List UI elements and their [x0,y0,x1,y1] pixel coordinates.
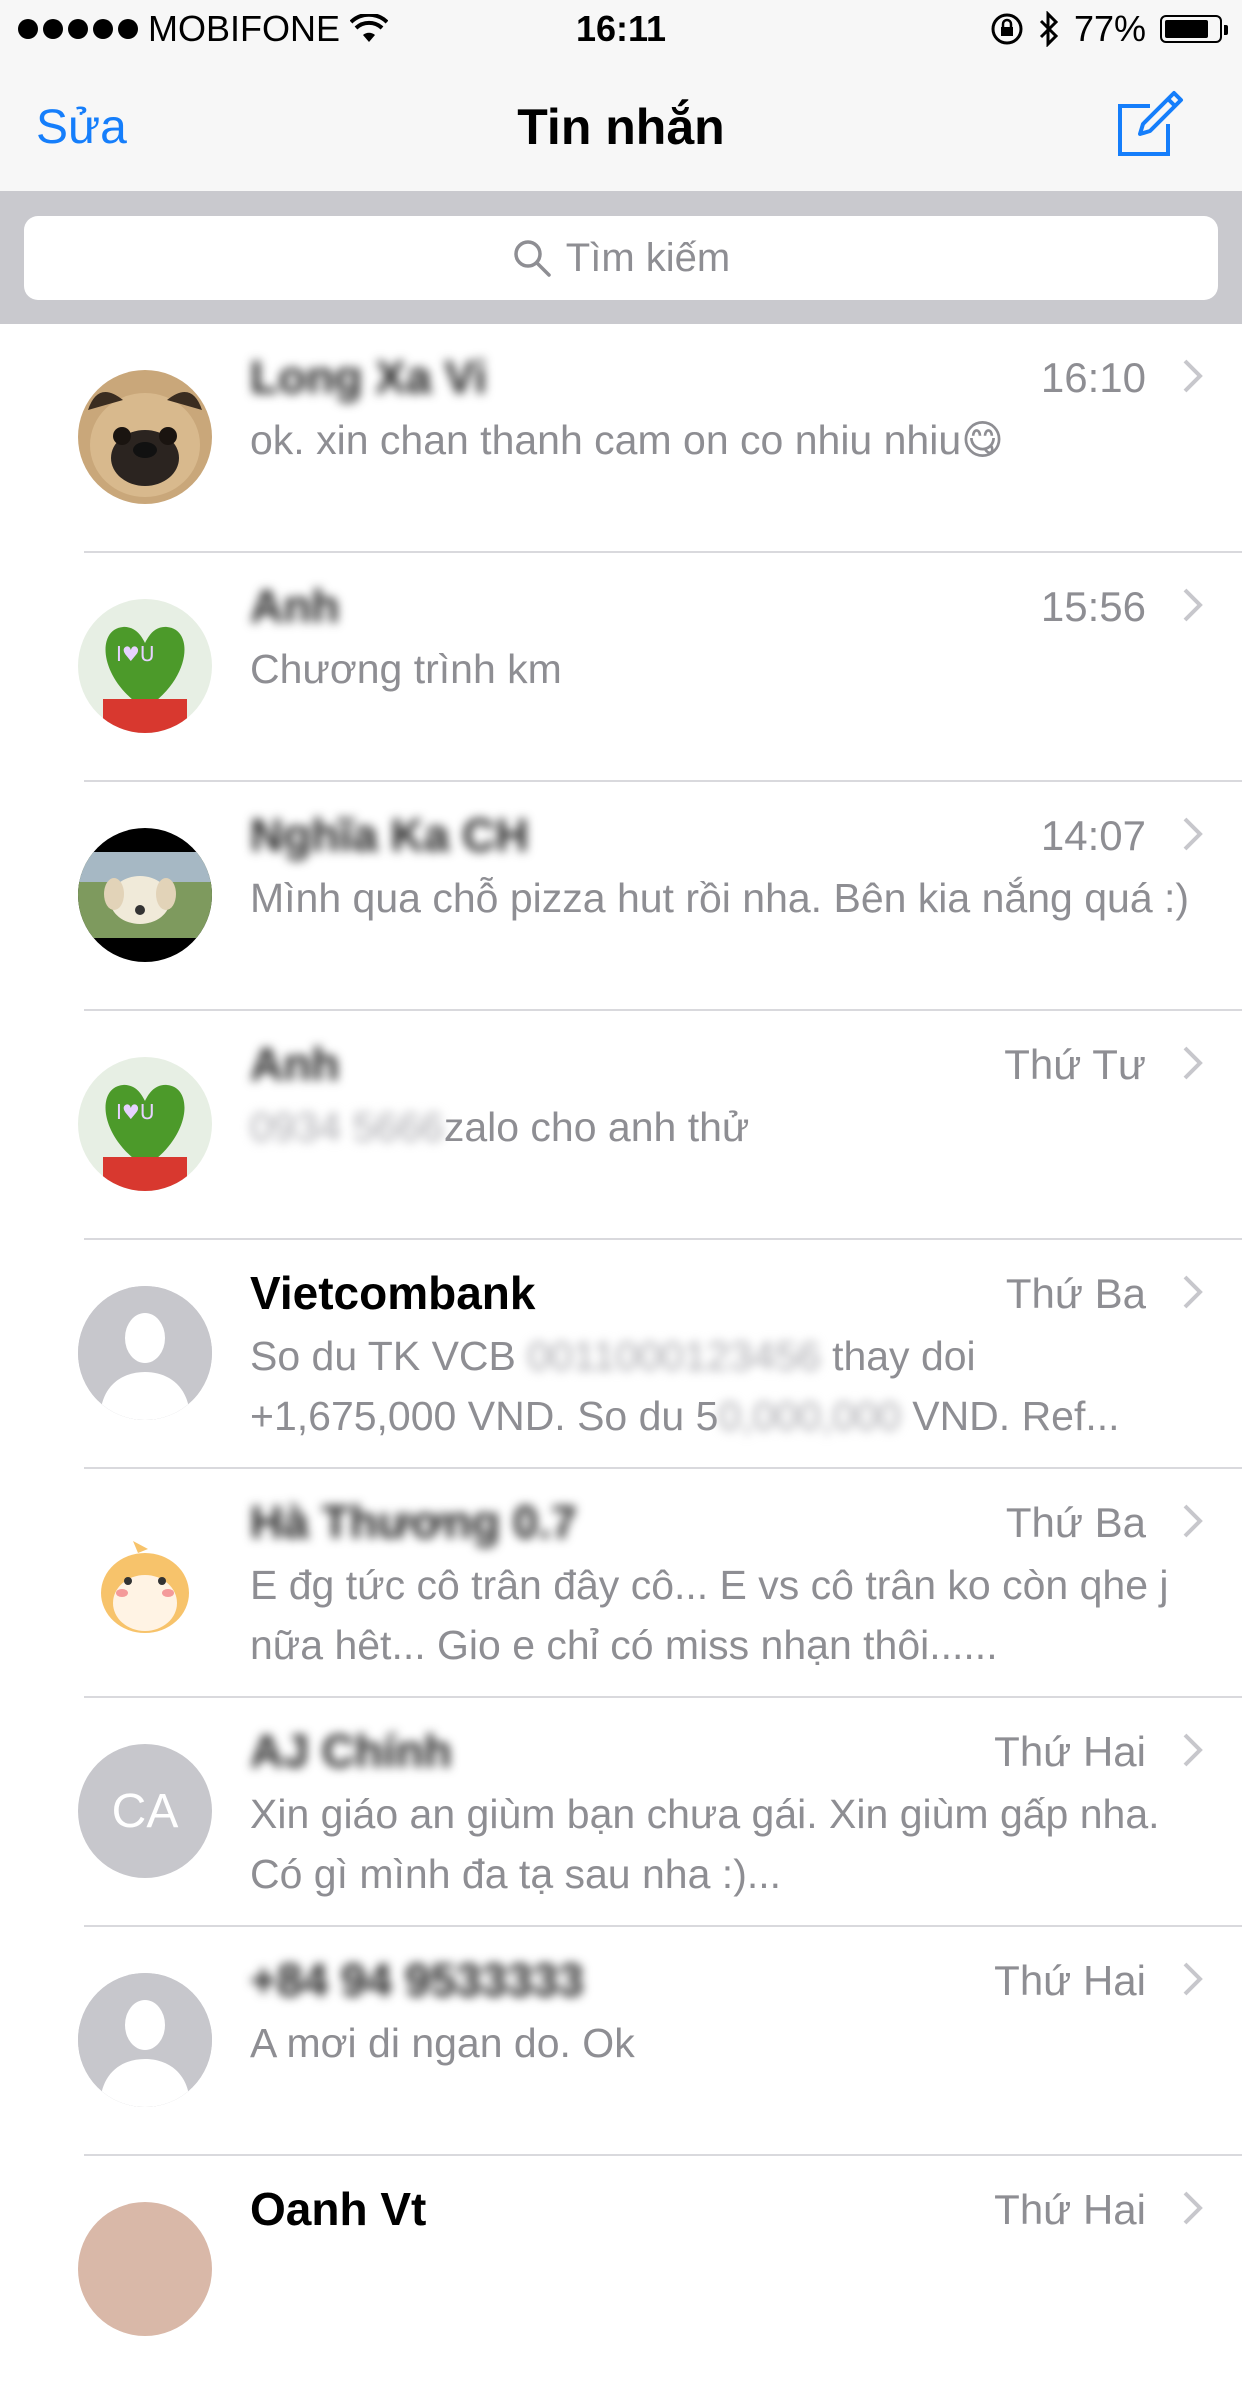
svg-text:I♥U: I♥U [116,1100,154,1124]
message-preview: Mình qua chỗ pizza hut rồi nha. Bên kia … [250,875,1190,921]
navigation-bar: Sửa Tin nhắn [0,60,1242,191]
conversation-row[interactable]: CA AJ Chính Thứ Hai Xin giáo an giùm bạn… [0,1698,1242,1927]
initials-avatar: CA [78,1744,212,1878]
conversation-row[interactable]: +84 94 9533333 Thứ Hai A mơi di ngan do.… [0,1927,1242,2156]
search-input[interactable]: Tìm kiếm [24,216,1218,300]
default-person-icon [78,1286,212,1420]
chevron-right-icon [1183,1046,1203,1080]
preview-text: So du TK VCB [250,1333,528,1379]
message-preview: E đg tức cô trân đây cô... E vs cô trân … [250,1562,1169,1668]
default-person-icon [78,1973,212,2107]
message-preview: So du TK VCB 0011000123456 thay doi +1,6… [250,1326,1190,1446]
svg-text:I♥U: I♥U [116,642,154,666]
conversation-row[interactable]: I♥U Anh Thứ Tư 0934 5666 zalo cho anh th… [0,1011,1242,1240]
message-time: Thứ Tư [1004,1041,1146,1088]
conversation-row[interactable]: I♥U Anh 15:56 Chương trình km [0,553,1242,782]
chevron-right-icon [1183,1504,1203,1538]
contact-name: Anh [250,1038,340,1090]
bluetooth-icon [1039,11,1059,47]
message-time: Thứ Hai [994,1728,1146,1775]
message-time: Thứ Ba [1005,1270,1146,1317]
contact-name: Hà Thương 0.7 [250,1496,577,1548]
conversation-row[interactable]: Hà Thương 0.7 Thứ Ba E đg tức cô trân đâ… [0,1469,1242,1698]
contact-name: Oanh Vt [250,2183,427,2235]
chevron-right-icon [1183,817,1203,851]
battery-percent: 77% [1073,8,1146,49]
message-time: Thứ Ba [1005,1499,1146,1546]
contact-name: AJ Chính [250,1725,452,1777]
search-icon [514,240,551,277]
message-time: 16:10 [1040,354,1146,401]
status-bar: MOBIFONE 16:11 77% [0,0,1242,60]
page-title: Tin nhắn [517,99,725,155]
search-bar-container: Tìm kiếm [0,191,1242,324]
redacted-text: 0934 5666 [250,1104,444,1150]
contact-name: Nghĩa Ka CH [250,809,529,861]
contact-name: Vietcombank [250,1267,536,1319]
message-preview: 0934 5666 zalo cho anh thử [250,1097,1190,1157]
message-time: 14:07 [1040,812,1146,859]
conversation-row[interactable]: Oanh Vt Thứ Hai [0,2156,1242,2385]
white-dog-avatar [78,828,212,962]
message-time: Thứ Hai [994,2186,1146,2233]
message-preview: Chương trình km [250,646,562,692]
conversation-list: Long Xa Vi 16:10 ok. xin chan thanh cam … [0,324,1242,2385]
message-preview: ok. xin chan thanh cam on co nhiu nhiu😋 [250,417,1004,463]
contact-photo-avatar [78,2202,212,2336]
message-time: Thứ Hai [994,1957,1146,2004]
search-placeholder: Tìm kiếm [565,235,731,280]
contact-name: Long Xa Vi [250,351,487,403]
compose-icon[interactable] [1112,88,1184,160]
heart-cactus-avatar: I♥U [78,1057,212,1191]
cartoon-hamster-avatar [78,1515,212,1649]
battery-icon [1160,15,1228,43]
chevron-right-icon [1183,2191,1203,2225]
message-preview-text: zalo cho anh thử [443,1104,750,1150]
contact-name: Anh [250,580,340,632]
chevron-right-icon [1183,1275,1203,1309]
preview-text: VND. Ref... [900,1393,1120,1439]
redacted-text: 0,000,000 [718,1393,901,1439]
chevron-right-icon [1183,359,1203,393]
orientation-lock-icon [991,13,1023,45]
conversation-row[interactable]: Nghĩa Ka CH 14:07 Mình qua chỗ pizza hut… [0,782,1242,1011]
preview-text: thay doi [820,1333,976,1379]
status-right: 77% [990,8,1228,50]
conversation-row[interactable]: Vietcombank Thứ Ba So du TK VCB 00110001… [0,1240,1242,1469]
pug-dog-avatar [78,370,212,504]
chevron-right-icon [1183,588,1203,622]
message-preview: Xin giáo an giùm bạn chưa gái. Xin giùm … [250,1791,1160,1897]
heart-cactus-avatar: I♥U [78,599,212,733]
conversation-row[interactable]: Long Xa Vi 16:10 ok. xin chan thanh cam … [0,324,1242,553]
preview-text: +1,675,000 VND. So du 5 [250,1393,719,1439]
chevron-right-icon [1183,1962,1203,1996]
chevron-right-icon [1183,1733,1203,1767]
contact-name: +84 94 9533333 [250,1954,584,2006]
message-time: 15:56 [1040,583,1146,630]
message-preview: A mơi di ngan do. Ok [250,2020,635,2066]
redacted-text: 0011000123456 [527,1333,821,1379]
